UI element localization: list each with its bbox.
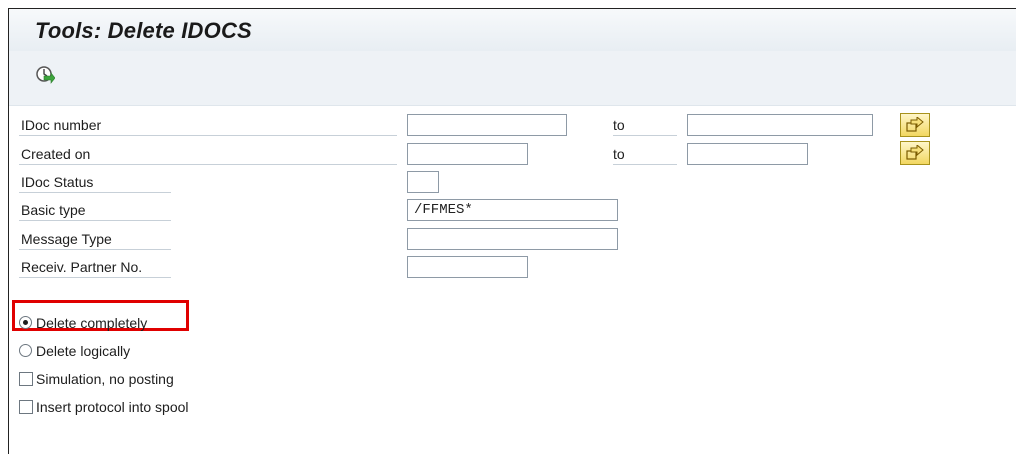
delete-logically-label: Delete logically bbox=[36, 343, 131, 359]
idoc-number-to-label: to bbox=[613, 114, 677, 136]
insert-protocol-label: Insert protocol into spool bbox=[36, 399, 189, 415]
basic-type-input[interactable]: /FFMES* bbox=[407, 199, 618, 221]
arrow-right-icon bbox=[906, 117, 924, 132]
basic-type-label: Basic type bbox=[19, 199, 171, 221]
simulation-checkbox[interactable] bbox=[19, 372, 33, 386]
multiple-selection-button[interactable] bbox=[900, 113, 930, 137]
delete-logically-radio[interactable] bbox=[19, 344, 32, 357]
row-created-on: Created on to bbox=[19, 141, 1016, 169]
simulation-label: Simulation, no posting bbox=[36, 371, 174, 387]
title-bar: Tools: Delete IDOCS bbox=[9, 9, 1016, 51]
idoc-status-input[interactable] bbox=[407, 171, 439, 193]
delete-completely-radio[interactable] bbox=[19, 316, 32, 329]
row-idoc-number: IDoc number to bbox=[19, 113, 1016, 140]
execute-clock-icon[interactable] bbox=[35, 65, 56, 85]
row-idoc-status: IDoc Status bbox=[19, 171, 1016, 197]
row-basic-type: Basic type /FFMES* bbox=[19, 199, 1016, 225]
delete-completely-label: Delete completely bbox=[36, 315, 148, 331]
page-title: Tools: Delete IDOCS bbox=[35, 18, 252, 43]
multiple-selection-button[interactable] bbox=[900, 141, 930, 165]
delete-completely-option[interactable]: Delete completely bbox=[19, 313, 189, 333]
created-on-to-input[interactable] bbox=[687, 143, 808, 165]
insert-protocol-option[interactable]: Insert protocol into spool bbox=[19, 397, 239, 417]
created-on-to-label: to bbox=[613, 143, 677, 165]
idoc-number-from-input[interactable] bbox=[407, 114, 567, 136]
message-type-input[interactable] bbox=[407, 228, 618, 250]
message-type-label: Message Type bbox=[19, 228, 171, 250]
created-on-from-input[interactable] bbox=[407, 143, 528, 165]
receiv-partner-input[interactable] bbox=[407, 256, 528, 278]
created-on-label: Created on bbox=[19, 143, 397, 165]
row-receiv-partner: Receiv. Partner No. bbox=[19, 256, 1016, 282]
receiv-partner-label: Receiv. Partner No. bbox=[19, 256, 171, 278]
application-toolbar bbox=[9, 51, 1016, 106]
delete-logically-option[interactable]: Delete logically bbox=[19, 341, 189, 361]
idoc-status-label: IDoc Status bbox=[19, 171, 171, 193]
idoc-number-label: IDoc number bbox=[19, 114, 397, 136]
row-message-type: Message Type bbox=[19, 228, 1016, 254]
idoc-number-to-input[interactable] bbox=[687, 114, 873, 136]
insert-protocol-checkbox[interactable] bbox=[19, 400, 33, 414]
arrow-right-icon bbox=[906, 145, 924, 160]
simulation-option[interactable]: Simulation, no posting bbox=[19, 369, 219, 389]
